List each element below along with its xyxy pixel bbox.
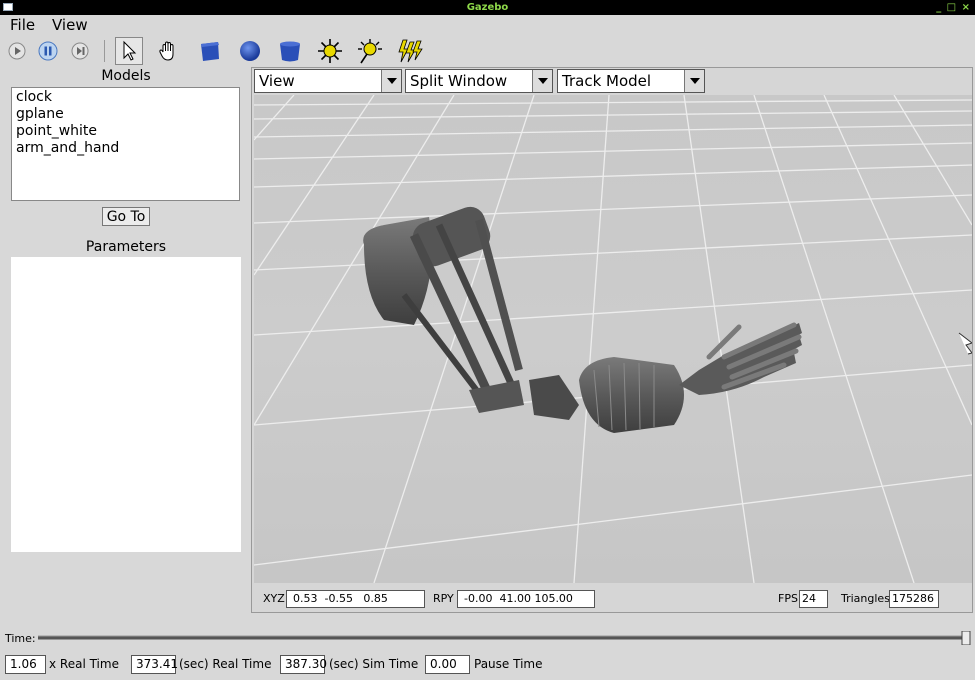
sim-time-field[interactable]: 387.30 xyxy=(280,655,327,674)
rpy-field[interactable]: -0.00 41.00 105.00 xyxy=(457,590,595,608)
track-dropdown-value: Track Model xyxy=(562,72,652,90)
menu-file[interactable]: File xyxy=(10,16,35,34)
time-slider-handle[interactable] xyxy=(961,631,971,645)
toolbar xyxy=(0,35,975,67)
window-menu-icon[interactable] xyxy=(3,3,13,11)
spot-light-icon xyxy=(358,39,382,64)
fps-label: FPS xyxy=(778,592,798,605)
split-dropdown-value: Split Window xyxy=(410,72,508,90)
insert-box-button[interactable] xyxy=(196,37,224,65)
list-item[interactable]: gplane xyxy=(16,106,239,123)
step-button[interactable] xyxy=(66,37,94,65)
real-time-field[interactable]: 373.41 xyxy=(131,655,178,674)
goto-button[interactable]: Go To xyxy=(102,207,150,226)
insert-sphere-button[interactable] xyxy=(236,37,264,65)
time-slider[interactable] xyxy=(36,631,971,645)
hand-pan-icon xyxy=(159,41,174,61)
real-time-label: (sec) Real Time xyxy=(179,657,272,671)
insert-spot-light-button[interactable] xyxy=(356,37,384,65)
toolbar-separator xyxy=(104,40,105,62)
view-dropdown[interactable]: View xyxy=(254,69,402,93)
chevron-down-icon xyxy=(684,70,704,92)
triangles-label: Triangles xyxy=(841,592,890,605)
window-titlebar[interactable]: Gazebo _ □ × xyxy=(0,0,975,15)
sim-time-label: (sec) Sim Time xyxy=(329,657,419,671)
window-controls[interactable]: _ □ × xyxy=(936,0,971,15)
cylinder-icon xyxy=(280,41,300,62)
track-model-dropdown[interactable]: Track Model xyxy=(557,69,705,93)
point-light-icon xyxy=(318,39,342,63)
models-list[interactable]: clock gplane point_white arm_and_hand xyxy=(11,87,240,201)
rpy-label: RPY xyxy=(433,592,454,605)
insert-point-light-button[interactable] xyxy=(316,37,344,65)
select-cursor-icon xyxy=(123,40,137,61)
real-time-factor-field[interactable]: 1.06 xyxy=(5,655,46,674)
menu-bar: File View xyxy=(0,15,975,35)
view-dropdown-value: View xyxy=(259,72,295,90)
pan-mode-button[interactable] xyxy=(154,37,182,65)
pause-time-field[interactable]: 0.00 xyxy=(425,655,470,674)
models-title: Models xyxy=(101,68,151,84)
list-item[interactable]: arm_and_hand xyxy=(16,140,239,157)
parameters-panel[interactable] xyxy=(11,257,241,552)
pause-time-label: Pause Time xyxy=(474,657,543,671)
fps-field[interactable]: 24 xyxy=(799,590,828,608)
insert-directional-light-button[interactable] xyxy=(396,37,424,65)
real-time-factor-label: x Real Time xyxy=(49,657,119,671)
select-mode-button[interactable] xyxy=(115,37,143,65)
parameters-title: Parameters xyxy=(85,239,167,255)
pause-icon xyxy=(38,41,58,61)
pause-button[interactable] xyxy=(34,37,62,65)
box-icon xyxy=(201,42,219,61)
step-icon xyxy=(71,42,89,60)
xyz-label: XYZ xyxy=(263,592,285,605)
split-window-dropdown[interactable]: Split Window xyxy=(405,69,553,93)
triangles-field[interactable]: 175286 xyxy=(889,590,939,608)
chevron-down-icon xyxy=(532,70,552,92)
list-item[interactable]: clock xyxy=(16,89,239,106)
time-label: Time: xyxy=(5,632,36,645)
play-button[interactable] xyxy=(3,37,31,65)
list-item[interactable]: point_white xyxy=(16,123,239,140)
xyz-field[interactable]: 0.53 -0.55 0.85 xyxy=(286,590,425,608)
chevron-down-icon xyxy=(381,70,401,92)
window-title: Gazebo xyxy=(466,2,509,13)
insert-cylinder-button[interactable] xyxy=(276,37,304,65)
sphere-icon xyxy=(240,41,260,61)
menu-view[interactable]: View xyxy=(52,16,88,34)
play-icon xyxy=(8,42,26,60)
directional-light-icon xyxy=(398,39,423,63)
3d-scene[interactable] xyxy=(254,95,972,583)
